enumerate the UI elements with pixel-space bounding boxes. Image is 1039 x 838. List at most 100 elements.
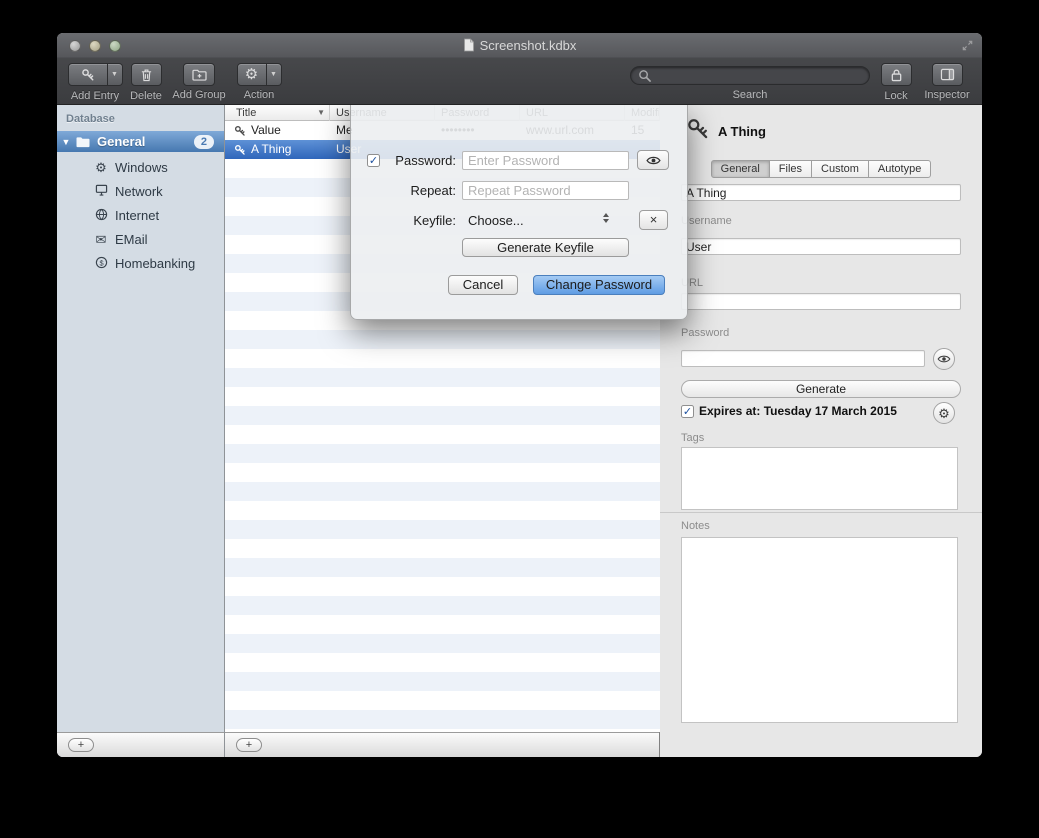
gear-icon: ⚙ [938, 407, 950, 420]
group-sidebar: Database ▼ General 2 ⚙ Windows Network [57, 105, 225, 757]
key-icon [234, 124, 246, 140]
tab-files[interactable]: Files [769, 160, 812, 178]
window-title-area: Screenshot.kdbx [57, 38, 982, 53]
sidebar-item-label: Network [115, 184, 163, 199]
inspector-panel-icon [940, 68, 955, 81]
add-entry-dropdown[interactable]: ▼ [108, 63, 123, 86]
expires-settings-button[interactable]: ⚙ [933, 402, 955, 424]
lock-label: Lock [879, 90, 913, 102]
sidebar-item-internet[interactable]: Internet [57, 203, 224, 227]
sidebar-item-label: Internet [115, 208, 159, 223]
entry-count-badge: 2 [194, 135, 214, 149]
document-icon [463, 38, 475, 52]
screen-background: Screenshot.kdbx ▼ Add Entry [0, 0, 1039, 838]
sidebar-bottom-bar: + [57, 732, 224, 757]
sidebar-item-homebanking[interactable]: $ Homebanking [57, 251, 224, 275]
eye-icon [646, 155, 661, 166]
close-icon: × [650, 212, 658, 227]
add-entry-button[interactable] [68, 63, 108, 86]
add-group-button[interactable] [183, 63, 215, 86]
app-window: Screenshot.kdbx ▼ Add Entry [57, 33, 982, 757]
tags-label: Tags [681, 432, 704, 444]
column-header-title[interactable]: Title▼ [225, 105, 330, 121]
lock-button[interactable] [881, 63, 912, 86]
disclosure-triangle-icon[interactable]: ▼ [57, 137, 75, 147]
inspector-label: Inspector [921, 89, 973, 101]
fullscreen-icon[interactable] [961, 39, 974, 57]
clear-keyfile-button[interactable]: × [639, 210, 668, 230]
inspector-toggle-button[interactable] [932, 63, 963, 86]
section-divider [660, 512, 982, 513]
action-button[interactable]: ⚙ [237, 63, 267, 86]
sidebar-item-label: Homebanking [115, 256, 195, 271]
keyfile-row: Keyfile: Choose... [384, 209, 524, 231]
generate-keyfile-button[interactable]: Generate Keyfile [462, 238, 629, 257]
add-group-label: Add Group [170, 89, 228, 101]
envelope-icon: ✉ [93, 233, 109, 246]
cancel-button[interactable]: Cancel [448, 275, 518, 295]
window-chrome: Screenshot.kdbx ▼ Add Entry [57, 33, 982, 105]
sidebar-group-general[interactable]: ▼ General 2 [57, 131, 224, 152]
notes-label: Notes [681, 520, 710, 532]
add-entry-plus-button[interactable]: + [236, 738, 262, 752]
search-icon [638, 69, 651, 82]
sheet-keyfile-label: Keyfile: [384, 213, 456, 228]
sidebar-item-label: EMail [115, 232, 148, 247]
windows-group-icon: ⚙ [93, 161, 109, 174]
eye-icon [937, 354, 951, 364]
toolbar: ▼ Add Entry Delete Add Group [57, 58, 982, 105]
sidebar-item-windows[interactable]: ⚙ Windows [57, 155, 224, 179]
password-field[interactable] [681, 350, 925, 367]
tab-custom[interactable]: Custom [811, 160, 869, 178]
notes-field[interactable] [681, 537, 958, 723]
tab-autotype[interactable]: Autotype [868, 160, 931, 178]
username-field[interactable] [681, 238, 961, 255]
search-input[interactable] [655, 68, 855, 84]
expires-checkbox[interactable]: ✓ [681, 405, 694, 418]
expires-label: Expires at: Tuesday 17 March 2015 [699, 404, 897, 418]
sidebar-item-email[interactable]: ✉ EMail [57, 227, 224, 251]
inspector-tabs: General Files Custom Autotype [660, 160, 982, 178]
repeat-password-input[interactable] [462, 181, 629, 200]
url-field[interactable] [681, 293, 961, 310]
new-password-input[interactable] [462, 151, 629, 170]
sidebar-group-label: General [97, 134, 194, 149]
sort-indicator-icon: ▼ [317, 105, 325, 121]
window-title: Screenshot.kdbx [480, 38, 577, 53]
expires-row: ✓ Expires at: Tuesday 17 March 2015 [681, 404, 897, 418]
entry-key-icon [686, 117, 710, 144]
title-field[interactable] [681, 184, 961, 201]
chevron-down-icon: ▼ [270, 71, 277, 78]
inspector-entry-title: A Thing [718, 124, 766, 139]
password-enable-checkbox[interactable]: ✓ [367, 154, 380, 167]
tab-general[interactable]: General [711, 160, 770, 178]
tags-field[interactable] [681, 447, 958, 510]
key-icon [234, 143, 246, 159]
folder-icon [75, 135, 91, 148]
search-field[interactable] [630, 66, 870, 85]
change-password-sheet: ✓ Password: Repeat: Keyfile: Choose... ×… [350, 105, 688, 320]
delete-label: Delete [129, 90, 163, 102]
change-password-button[interactable]: Change Password [533, 275, 665, 295]
action-dropdown[interactable]: ▼ [267, 63, 282, 86]
keyfile-select[interactable]: Choose... [468, 213, 524, 228]
sidebar-item-label: Windows [115, 160, 168, 175]
add-entry-label: Add Entry [66, 90, 124, 102]
folder-plus-icon [192, 68, 207, 81]
search-label: Search [630, 89, 870, 101]
add-group-plus-button[interactable]: + [68, 738, 94, 752]
username-label: Username [681, 215, 732, 227]
generate-password-button[interactable]: Generate [681, 380, 961, 398]
show-password-button[interactable] [933, 348, 955, 370]
action-label: Action [235, 89, 283, 101]
network-group-icon [93, 184, 109, 198]
svg-text:$: $ [99, 258, 103, 267]
delete-button[interactable] [131, 63, 162, 86]
keyfile-stepper-icon[interactable] [603, 213, 609, 223]
globe-icon [93, 208, 109, 223]
password-label: Password [681, 327, 729, 339]
entry-list-bottom-bar: + [225, 732, 659, 757]
sidebar-item-network[interactable]: Network [57, 179, 224, 203]
gear-icon: ⚙ [245, 67, 258, 82]
sheet-show-password-button[interactable] [637, 150, 669, 170]
